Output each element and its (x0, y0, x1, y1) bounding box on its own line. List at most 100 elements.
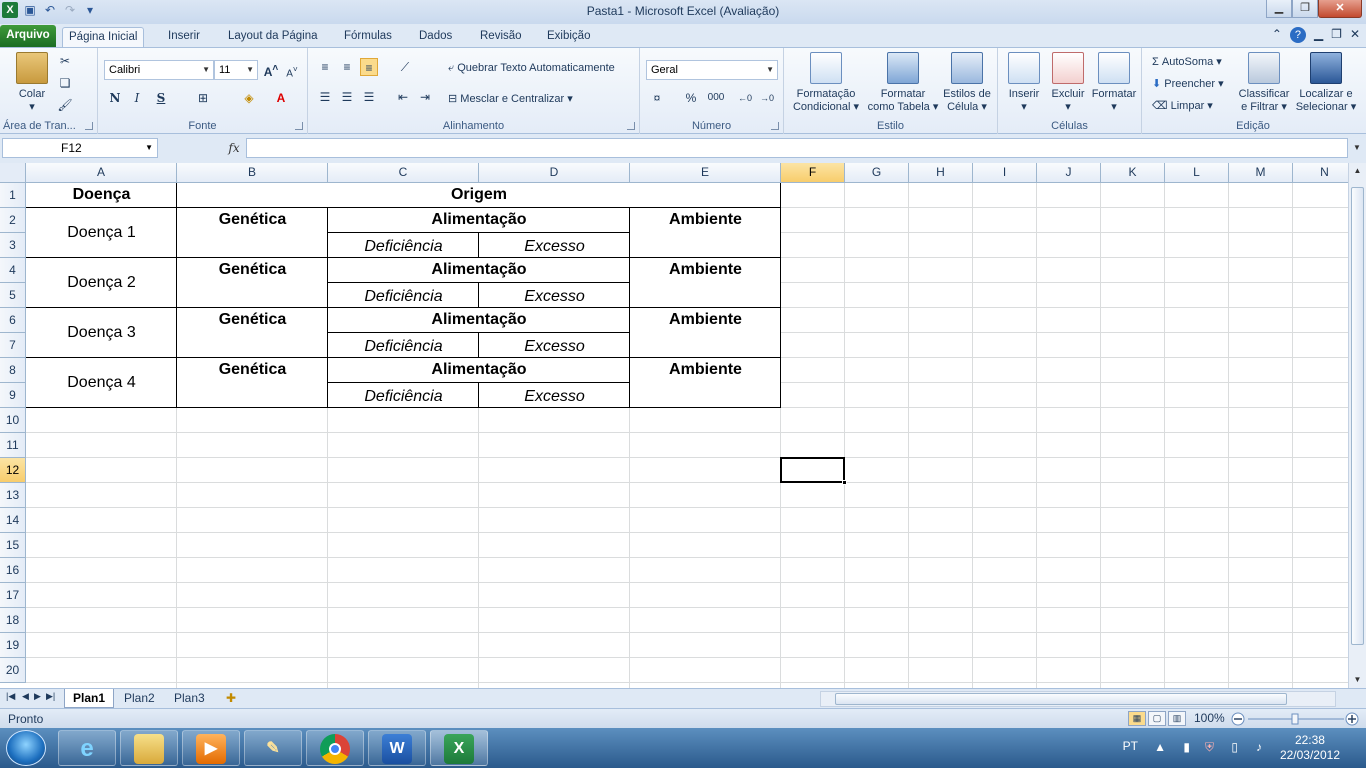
cell-b6[interactable]: Genética (177, 308, 328, 333)
minimize-icon[interactable]: ▁ (1266, 0, 1292, 18)
grow-font-icon[interactable]: A˄ (262, 60, 280, 79)
insert-function-icon[interactable]: fx (224, 138, 244, 158)
cell-d7[interactable]: Excesso (479, 333, 630, 358)
cell-c4[interactable]: Alimentação (328, 258, 630, 283)
autosum-button[interactable]: Σ AutoSoma ▾ (1152, 55, 1222, 68)
restore-icon[interactable]: ❐ (1292, 0, 1318, 18)
row-header[interactable]: 1 (0, 183, 26, 208)
bold-button[interactable]: N (106, 89, 124, 107)
align-center-icon[interactable]: ☰ (338, 88, 356, 106)
cell-d9[interactable]: Excesso (479, 383, 630, 408)
row-header[interactable]: 8 (0, 358, 26, 383)
help-icon[interactable]: ? (1289, 27, 1306, 43)
taskbar-word[interactable]: W (368, 730, 426, 766)
launcher-icon[interactable] (771, 122, 779, 130)
tab-page-layout[interactable]: Layout da Página (222, 27, 324, 47)
row-header[interactable]: 3 (0, 233, 26, 258)
worksheet-grid[interactable]: ABCDEFGHIJKLMN 1 2 3 4 5 6 7 8 9 10 11 12 13 14 15 16 17… (0, 163, 1348, 688)
start-button[interactable] (6, 730, 46, 766)
cell-a2[interactable]: Doença 1 (26, 208, 177, 258)
column-header[interactable]: M (1229, 163, 1293, 183)
formula-input[interactable] (246, 138, 1348, 158)
row-header[interactable]: 12 (0, 458, 26, 483)
cell-e4[interactable]: Ambiente (630, 258, 781, 283)
align-top-icon[interactable]: ≡ (316, 58, 334, 76)
font-color-icon[interactable]: A (272, 89, 290, 107)
row-header[interactable]: 9 (0, 383, 26, 408)
column-header[interactable]: E (630, 163, 781, 183)
launcher-icon[interactable] (627, 122, 635, 130)
taskbar-tools[interactable]: ✎ (244, 730, 302, 766)
row-header[interactable]: 17 (0, 583, 26, 608)
column-header[interactable]: I (973, 163, 1037, 183)
increase-indent-icon[interactable]: ⇥ (416, 88, 434, 106)
launcher-icon[interactable] (85, 122, 93, 130)
cell-a4[interactable]: Doença 2 (26, 258, 177, 308)
clock[interactable]: 22:38 22/03/2012 (1280, 733, 1340, 763)
next-sheet-icon[interactable]: ▶ (34, 691, 41, 702)
scroll-thumb[interactable] (835, 693, 1287, 705)
security-icon[interactable]: ⛨ (1205, 740, 1214, 755)
launcher-icon[interactable] (295, 122, 303, 130)
column-header[interactable]: H (909, 163, 973, 183)
underline-button[interactable]: S (152, 89, 170, 107)
tab-file[interactable]: Arquivo (0, 25, 56, 47)
row-header[interactable]: 11 (0, 433, 26, 458)
column-header[interactable]: C (328, 163, 479, 183)
clear-button[interactable]: ⌫ Limpar ▾ (1152, 99, 1213, 112)
column-header[interactable]: K (1101, 163, 1165, 183)
shrink-font-icon[interactable]: A˅ (283, 60, 301, 79)
sort-filter-button[interactable]: Classificar e Filtrar ▾ (1236, 52, 1292, 114)
conditional-formatting-button[interactable]: Formatação Condicional ▾ (788, 52, 864, 114)
font-size-select[interactable]: 11 ▼ (214, 60, 258, 80)
taskbar-excel[interactable]: X (430, 730, 488, 766)
italic-button[interactable]: I (128, 89, 146, 107)
cell-a1[interactable]: Doença (26, 183, 177, 208)
row-header[interactable]: 7 (0, 333, 26, 358)
cell-e2[interactable]: Ambiente (630, 208, 781, 233)
row-header[interactable]: 13 (0, 483, 26, 508)
cell-styles-button[interactable]: Estilos de Célula ▾ (940, 52, 994, 114)
tab-insert[interactable]: Inserir (162, 27, 206, 47)
normal-view-icon[interactable]: ▦ (1128, 711, 1146, 726)
cell-c5[interactable]: Deficiência (328, 283, 479, 308)
new-sheet-icon[interactable]: ✚ (218, 689, 244, 708)
fill-color-icon[interactable]: ◈ (240, 89, 258, 107)
find-select-button[interactable]: Localizar e Selecionar ▾ (1294, 52, 1358, 114)
sheet-tab-plan2[interactable]: Plan2 (116, 689, 163, 708)
first-sheet-icon[interactable]: |◀ (6, 691, 15, 702)
close-doc-icon[interactable]: ✕ (1350, 27, 1360, 43)
cell-d5[interactable]: Excesso (479, 283, 630, 308)
align-right-icon[interactable]: ☰ (360, 88, 378, 106)
taskbar-ie[interactable]: e (58, 730, 116, 766)
cell-c3[interactable]: Deficiência (328, 233, 479, 258)
prev-sheet-icon[interactable]: ◀ (22, 691, 29, 702)
row-header[interactable]: 16 (0, 558, 26, 583)
row-header[interactable]: 10 (0, 408, 26, 433)
cell-b1[interactable]: Origem (177, 183, 781, 208)
column-header[interactable]: B (177, 163, 328, 183)
fill-handle[interactable] (842, 480, 847, 485)
column-header[interactable]: N (1293, 163, 1348, 183)
column-header[interactable]: L (1165, 163, 1229, 183)
merge-center-button[interactable]: ⊟ Mesclar e Centralizar ▾ (448, 92, 573, 105)
zoom-level[interactable]: 100% (1194, 711, 1225, 725)
cell-b2[interactable]: Genética (177, 208, 328, 233)
battery-icon[interactable]: ▯ (1231, 740, 1238, 754)
scroll-thumb[interactable] (1351, 187, 1364, 645)
paste-button[interactable]: Colar ▾ (12, 52, 52, 114)
row-header[interactable]: 15 (0, 533, 26, 558)
percent-button[interactable]: % (682, 89, 700, 107)
cell-a8[interactable]: Doença 4 (26, 358, 177, 408)
row-header[interactable]: 6 (0, 308, 26, 333)
sheet-tab-plan3[interactable]: Plan3 (166, 689, 213, 708)
column-header[interactable]: J (1037, 163, 1101, 183)
network-icon[interactable]: ▮ (1183, 740, 1190, 754)
taskbar-explorer[interactable] (120, 730, 178, 766)
currency-icon[interactable]: ¤ (648, 89, 666, 107)
format-painter-icon[interactable]: 🖌 (56, 96, 74, 114)
cell-c6[interactable]: Alimentação (328, 308, 630, 333)
tab-home[interactable]: Página Inicial (62, 27, 145, 47)
show-hidden-icons-icon[interactable]: ▲ (1154, 740, 1166, 754)
orientation-icon[interactable]: ⟋ (396, 58, 414, 76)
